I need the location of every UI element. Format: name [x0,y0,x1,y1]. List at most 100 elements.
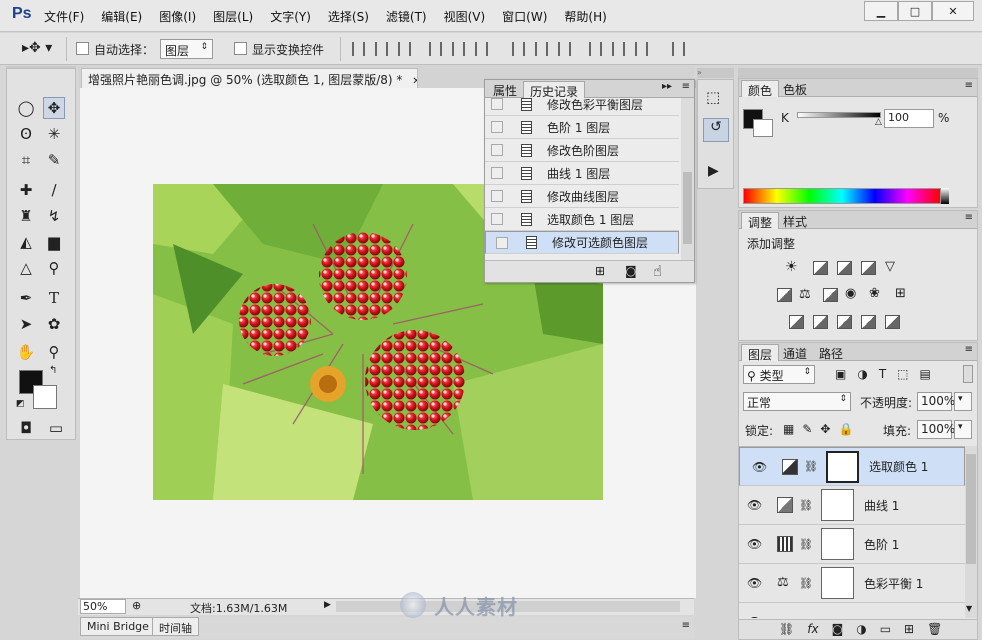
default-colors-icon[interactable]: ◩ [16,399,25,409]
tab-swatches[interactable]: 色板 [777,80,813,97]
background-color-swatch[interactable] [753,119,773,137]
exposure-icon[interactable] [861,261,876,275]
bw-ramp[interactable] [941,188,949,204]
quick-mask-icon[interactable]: ◘ [15,417,37,439]
channel-mixer-icon[interactable]: ❀ [869,286,880,301]
history-snapshot-checkbox[interactable] [491,144,503,156]
posterize-icon[interactable] [813,315,828,329]
path-selection-tool-icon[interactable]: ➤ [15,313,37,335]
slider-thumb-icon[interactable]: △ [875,117,882,127]
layer-mask-thumbnail[interactable] [820,567,854,599]
show-transform-checkbox[interactable] [234,42,247,55]
levels-icon[interactable] [813,261,828,275]
color-balance-icon[interactable]: ⚖ [799,287,811,302]
layer-row[interactable]: 👁 [739,603,965,618]
healing-brush-tool-icon[interactable]: ✚ [15,179,37,201]
history-snapshot-checkbox[interactable] [491,121,503,133]
document-tab[interactable]: 增强照片艳丽色调.jpg @ 50% (选取颜色 1, 图层蒙版/8) * ✕ [81,68,418,88]
brush-tool-icon[interactable]: ∕ [43,179,65,201]
tab-timeline[interactable]: 时间轴 [152,617,199,636]
panel-menu-icon[interactable]: ≡ [965,212,973,223]
actions-play-icon[interactable]: ▶ [708,163,719,179]
panel-menu-icon[interactable]: ≡ [682,81,690,92]
new-adjustment-layer-icon[interactable]: ◑ [856,622,866,636]
menu-select[interactable]: 选择(S) [328,8,369,25]
vibrance-icon[interactable]: ▽ [885,259,895,274]
history-item[interactable]: 色阶 1 图层 [485,116,679,139]
visibility-eye-icon[interactable]: 👁 [747,576,762,590]
panel-menu-icon[interactable]: ≡ [965,344,973,355]
lock-all-icon[interactable]: 🔒 [838,422,853,436]
history-snapshot-checkbox[interactable] [496,236,508,249]
history-panel-icon[interactable]: ↺ [703,118,729,142]
menu-layer[interactable]: 图层(L) [213,8,253,25]
tab-history[interactable]: 历史记录 [523,81,586,99]
link-chain-icon[interactable]: ⛓ [799,577,813,590]
menu-type[interactable]: 文字(Y) [270,8,311,25]
close-tab-icon[interactable]: ✕ [412,76,417,87]
status-info-icon[interactable]: ⊕ [132,599,141,612]
hue-saturation-icon[interactable] [777,288,792,302]
background-color-swatch[interactable] [33,385,57,409]
photo-filter-icon[interactable]: ◉ [845,286,856,301]
new-group-icon[interactable]: ▭ [880,622,891,636]
tab-adjustments[interactable]: 调整 [741,212,780,230]
marquee-tool-icon[interactable]: ◯ [15,97,37,119]
k-slider[interactable] [797,112,881,118]
brightness-contrast-icon[interactable]: ☀ [785,259,798,275]
color-spectrum-bar[interactable] [743,188,941,204]
auto-select-target-select[interactable]: 图层 ⇕ [160,39,213,59]
fill-dropdown-icon[interactable]: ▾ [954,420,972,439]
layer-row[interactable]: 👁 ⛓ 曲线 1 [739,486,965,525]
blur-tool-icon[interactable]: △ [15,257,37,279]
adjustment-layer-filter-icon[interactable]: ◑ [857,367,867,381]
3d-panel-icon[interactable]: ⬚ [706,88,720,106]
visibility-eye-icon[interactable]: 👁 [747,498,762,512]
layer-row-selected[interactable]: 👁 ⛓ 选取颜色 1 [739,447,965,486]
distribute-vcenter-icon[interactable] [535,42,548,56]
link-chain-icon[interactable]: ⛓ [799,499,813,512]
threshold-icon[interactable] [837,315,852,329]
align-hcenter-icon[interactable] [452,42,465,56]
menu-view[interactable]: 视图(V) [444,8,486,25]
layer-mask-thumbnail[interactable] [825,450,859,483]
tab-mini-bridge[interactable]: Mini Bridge [80,617,156,636]
blend-mode-select[interactable]: 正常 ⇕ [743,392,851,411]
distribute-right-icon[interactable] [635,42,648,56]
layer-row[interactable]: 👁 ⚖ ⛓ 色彩平衡 1 [739,564,965,603]
smart-object-filter-icon[interactable]: ▤ [920,367,931,381]
align-top-icon[interactable] [352,42,365,56]
k-value-input[interactable]: 100 [884,109,934,128]
minimize-button[interactable]: ▁ [864,1,898,21]
align-left-icon[interactable] [429,42,442,56]
mid-strip-gripper[interactable]: » [697,68,734,78]
new-layer-icon[interactable]: ⊞ [904,622,914,636]
fill-input[interactable]: 100% [917,420,955,439]
tab-styles[interactable]: 样式 [777,212,813,229]
history-item[interactable]: 修改色彩平衡图层 [485,98,679,116]
history-item-selected[interactable]: 修改可选颜色图层 [485,231,679,254]
tab-layers[interactable]: 图层 [741,344,780,362]
menu-edit[interactable]: 编辑(E) [101,8,142,25]
history-scrollbar-thumb[interactable] [683,172,692,244]
distribute-left-icon[interactable] [589,42,602,56]
align-right-icon[interactable] [475,42,488,56]
screen-mode-icon[interactable]: ▭ [45,417,67,439]
gradient-tool-icon[interactable]: ▆ [43,231,65,253]
history-scrollbar[interactable] [681,98,694,260]
quick-selection-tool-icon[interactable]: ✳ [43,123,65,145]
maximize-button[interactable]: □ [898,1,932,21]
eyedropper-tool-icon[interactable]: ✎ [43,149,65,171]
selective-color-icon[interactable] [861,315,876,329]
menu-window[interactable]: 窗口(W) [502,8,547,25]
visibility-eye-icon[interactable]: 👁 [747,615,762,618]
delete-layer-icon[interactable]: 🗑 [927,622,942,636]
align-vcenter-icon[interactable] [375,42,388,56]
menu-help[interactable]: 帮助(H) [564,8,606,25]
layer-mask-thumbnail[interactable] [820,528,854,560]
menu-filter[interactable]: 滤镜(T) [386,8,427,25]
lasso-tool-icon[interactable]: ʘ [15,123,37,145]
opacity-input[interactable]: 100% [917,392,955,411]
history-item[interactable]: 选取颜色 1 图层 [485,208,679,231]
type-layer-filter-icon[interactable]: T [879,367,886,381]
